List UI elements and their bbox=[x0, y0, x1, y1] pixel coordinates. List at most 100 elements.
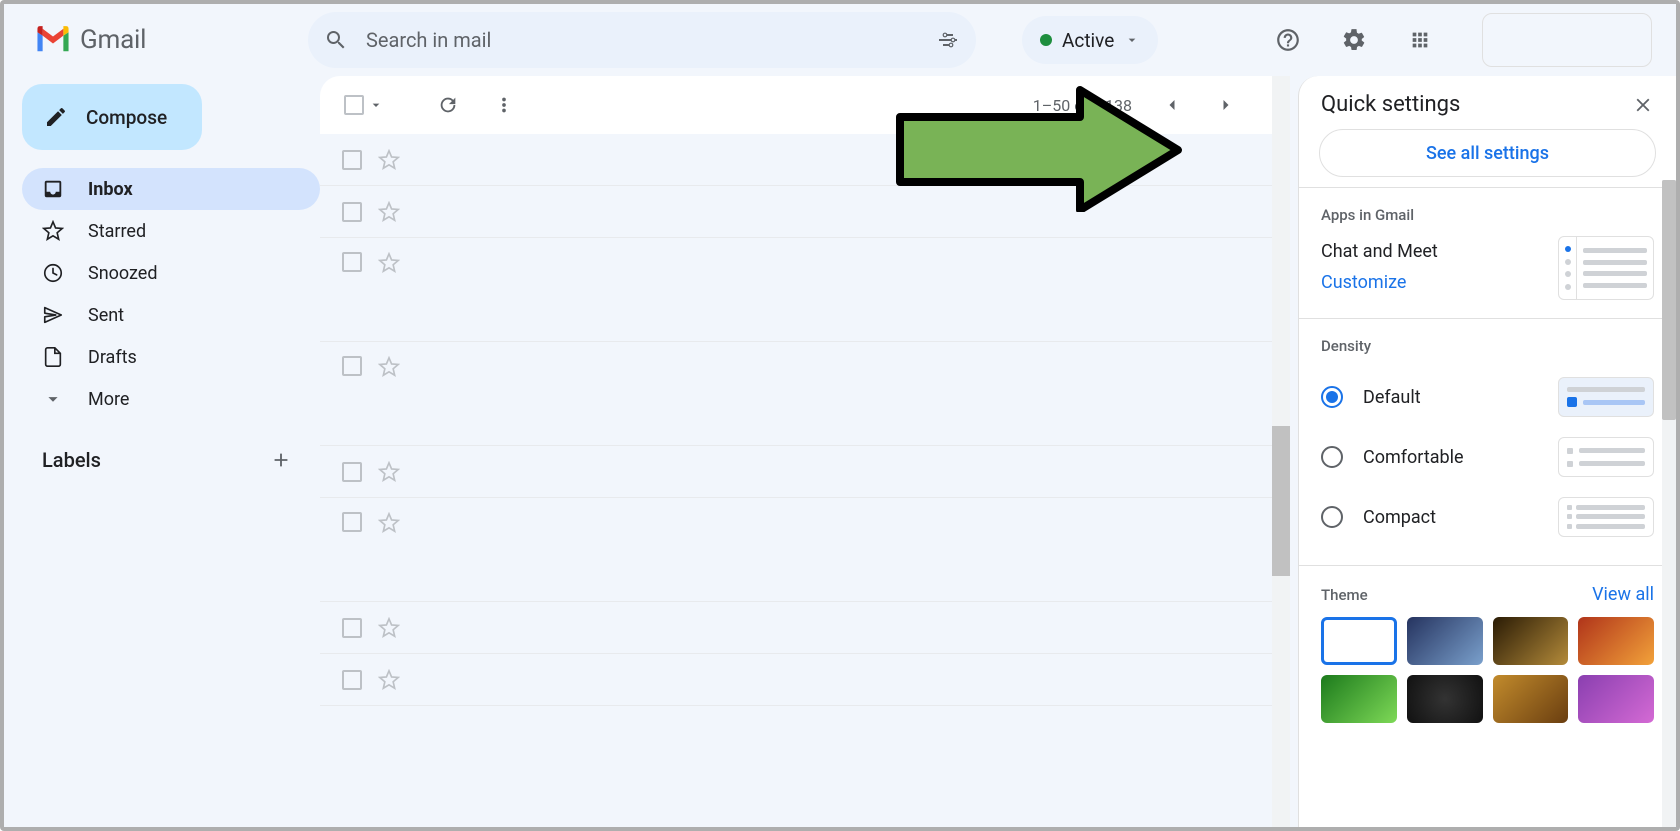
close-button[interactable] bbox=[1632, 94, 1654, 116]
header: Gmail Active bbox=[4, 4, 1676, 76]
sidebar-label: Snoozed bbox=[88, 263, 158, 284]
theme-thumb[interactable] bbox=[1578, 675, 1654, 723]
quick-settings-title: Quick settings bbox=[1321, 92, 1460, 117]
sidebar-item-more[interactable]: More bbox=[22, 378, 320, 420]
chevron-left-icon bbox=[1162, 95, 1182, 115]
account-area[interactable] bbox=[1482, 13, 1652, 67]
next-page-button[interactable] bbox=[1204, 83, 1248, 127]
panel-scrollbar[interactable] bbox=[1662, 180, 1676, 827]
table-row[interactable] bbox=[320, 342, 1272, 446]
density-label: Compact bbox=[1363, 507, 1538, 528]
apps-preview-thumb bbox=[1558, 236, 1654, 300]
sidebar-label: Inbox bbox=[88, 179, 133, 200]
row-checkbox[interactable] bbox=[342, 618, 362, 638]
star-icon[interactable] bbox=[378, 252, 400, 274]
pager-text: 1–50 of 2,138 bbox=[1033, 96, 1132, 115]
star-icon[interactable] bbox=[378, 356, 400, 378]
theme-thumb[interactable] bbox=[1493, 617, 1569, 665]
mail-rows[interactable] bbox=[320, 134, 1272, 827]
add-label-button[interactable] bbox=[270, 449, 292, 471]
star-icon[interactable] bbox=[378, 617, 400, 639]
sidebar-label: Sent bbox=[88, 305, 124, 326]
apps-button[interactable] bbox=[1398, 18, 1442, 62]
select-all[interactable] bbox=[344, 95, 384, 115]
theme-thumb[interactable] bbox=[1407, 617, 1483, 665]
radio-icon bbox=[1321, 506, 1343, 528]
table-row[interactable] bbox=[320, 238, 1272, 342]
see-all-label: See all settings bbox=[1426, 143, 1549, 164]
row-checkbox[interactable] bbox=[342, 670, 362, 690]
theme-section: Theme View all bbox=[1299, 565, 1676, 741]
status-chip[interactable]: Active bbox=[1022, 16, 1158, 64]
sidebar-item-inbox[interactable]: Inbox bbox=[22, 168, 320, 210]
search-bar[interactable] bbox=[308, 12, 976, 68]
gmail-icon bbox=[34, 25, 72, 55]
refresh-icon bbox=[437, 94, 459, 116]
theme-thumb[interactable] bbox=[1578, 617, 1654, 665]
density-thumb bbox=[1558, 377, 1654, 417]
theme-thumb[interactable] bbox=[1407, 675, 1483, 723]
refresh-button[interactable] bbox=[426, 83, 470, 127]
compose-button[interactable]: Compose bbox=[22, 84, 202, 150]
theme-thumb[interactable] bbox=[1321, 617, 1397, 665]
star-icon[interactable] bbox=[378, 669, 400, 691]
row-checkbox[interactable] bbox=[342, 356, 362, 376]
search-icon bbox=[324, 28, 348, 52]
row-checkbox[interactable] bbox=[342, 252, 362, 272]
theme-thumb[interactable] bbox=[1493, 675, 1569, 723]
table-row[interactable] bbox=[320, 186, 1272, 238]
row-checkbox[interactable] bbox=[342, 462, 362, 482]
sidebar-item-starred[interactable]: Starred bbox=[22, 210, 320, 252]
density-option-default[interactable]: Default bbox=[1321, 367, 1654, 427]
header-actions bbox=[1266, 13, 1660, 67]
labels-title: Labels bbox=[42, 448, 101, 472]
section-header: Theme bbox=[1321, 586, 1368, 604]
support-button[interactable] bbox=[1266, 18, 1310, 62]
sidebar-item-snoozed[interactable]: Snoozed bbox=[22, 252, 320, 294]
labels-header: Labels bbox=[22, 420, 320, 472]
star-icon[interactable] bbox=[378, 512, 400, 534]
inbox-icon bbox=[42, 178, 64, 200]
table-row[interactable] bbox=[320, 654, 1272, 706]
chevron-down-icon bbox=[42, 388, 64, 410]
settings-button[interactable] bbox=[1332, 18, 1376, 62]
row-checkbox[interactable] bbox=[342, 150, 362, 170]
gmail-text: Gmail bbox=[80, 25, 146, 55]
compose-label: Compose bbox=[86, 106, 167, 129]
star-icon[interactable] bbox=[378, 461, 400, 483]
prev-page-button[interactable] bbox=[1150, 83, 1194, 127]
gmail-logo[interactable]: Gmail bbox=[34, 25, 298, 55]
search-input[interactable] bbox=[364, 27, 920, 53]
density-option-compact[interactable]: Compact bbox=[1321, 487, 1654, 547]
view-all-themes-link[interactable]: View all bbox=[1592, 584, 1654, 605]
table-row[interactable] bbox=[320, 602, 1272, 654]
star-icon bbox=[42, 220, 64, 242]
search-options-icon[interactable] bbox=[936, 28, 960, 52]
table-row[interactable] bbox=[320, 498, 1272, 602]
sidebar-item-sent[interactable]: Sent bbox=[22, 294, 320, 336]
gear-icon bbox=[1341, 27, 1367, 53]
star-icon[interactable] bbox=[378, 149, 400, 171]
theme-thumb[interactable] bbox=[1321, 675, 1397, 723]
draft-icon bbox=[42, 346, 64, 368]
row-checkbox[interactable] bbox=[342, 202, 362, 222]
clock-icon bbox=[42, 262, 64, 284]
list-toolbar: 1–50 of 2,138 bbox=[320, 76, 1272, 134]
customize-link[interactable]: Customize bbox=[1321, 268, 1438, 299]
pencil-icon bbox=[44, 105, 68, 129]
table-row[interactable] bbox=[320, 446, 1272, 498]
sidebar-label: More bbox=[88, 389, 129, 410]
sent-icon bbox=[42, 304, 64, 326]
star-icon[interactable] bbox=[378, 201, 400, 223]
see-all-settings-button[interactable]: See all settings bbox=[1319, 129, 1656, 177]
scrollbar[interactable] bbox=[1272, 76, 1290, 827]
radio-icon bbox=[1321, 386, 1343, 408]
more-button[interactable] bbox=[482, 83, 526, 127]
density-option-comfortable[interactable]: Comfortable bbox=[1321, 427, 1654, 487]
caret-down-icon bbox=[368, 97, 384, 113]
sidebar-item-drafts[interactable]: Drafts bbox=[22, 336, 320, 378]
help-icon bbox=[1275, 27, 1301, 53]
table-row[interactable] bbox=[320, 134, 1272, 186]
row-checkbox[interactable] bbox=[342, 512, 362, 532]
pager: 1–50 of 2,138 bbox=[1033, 83, 1248, 127]
